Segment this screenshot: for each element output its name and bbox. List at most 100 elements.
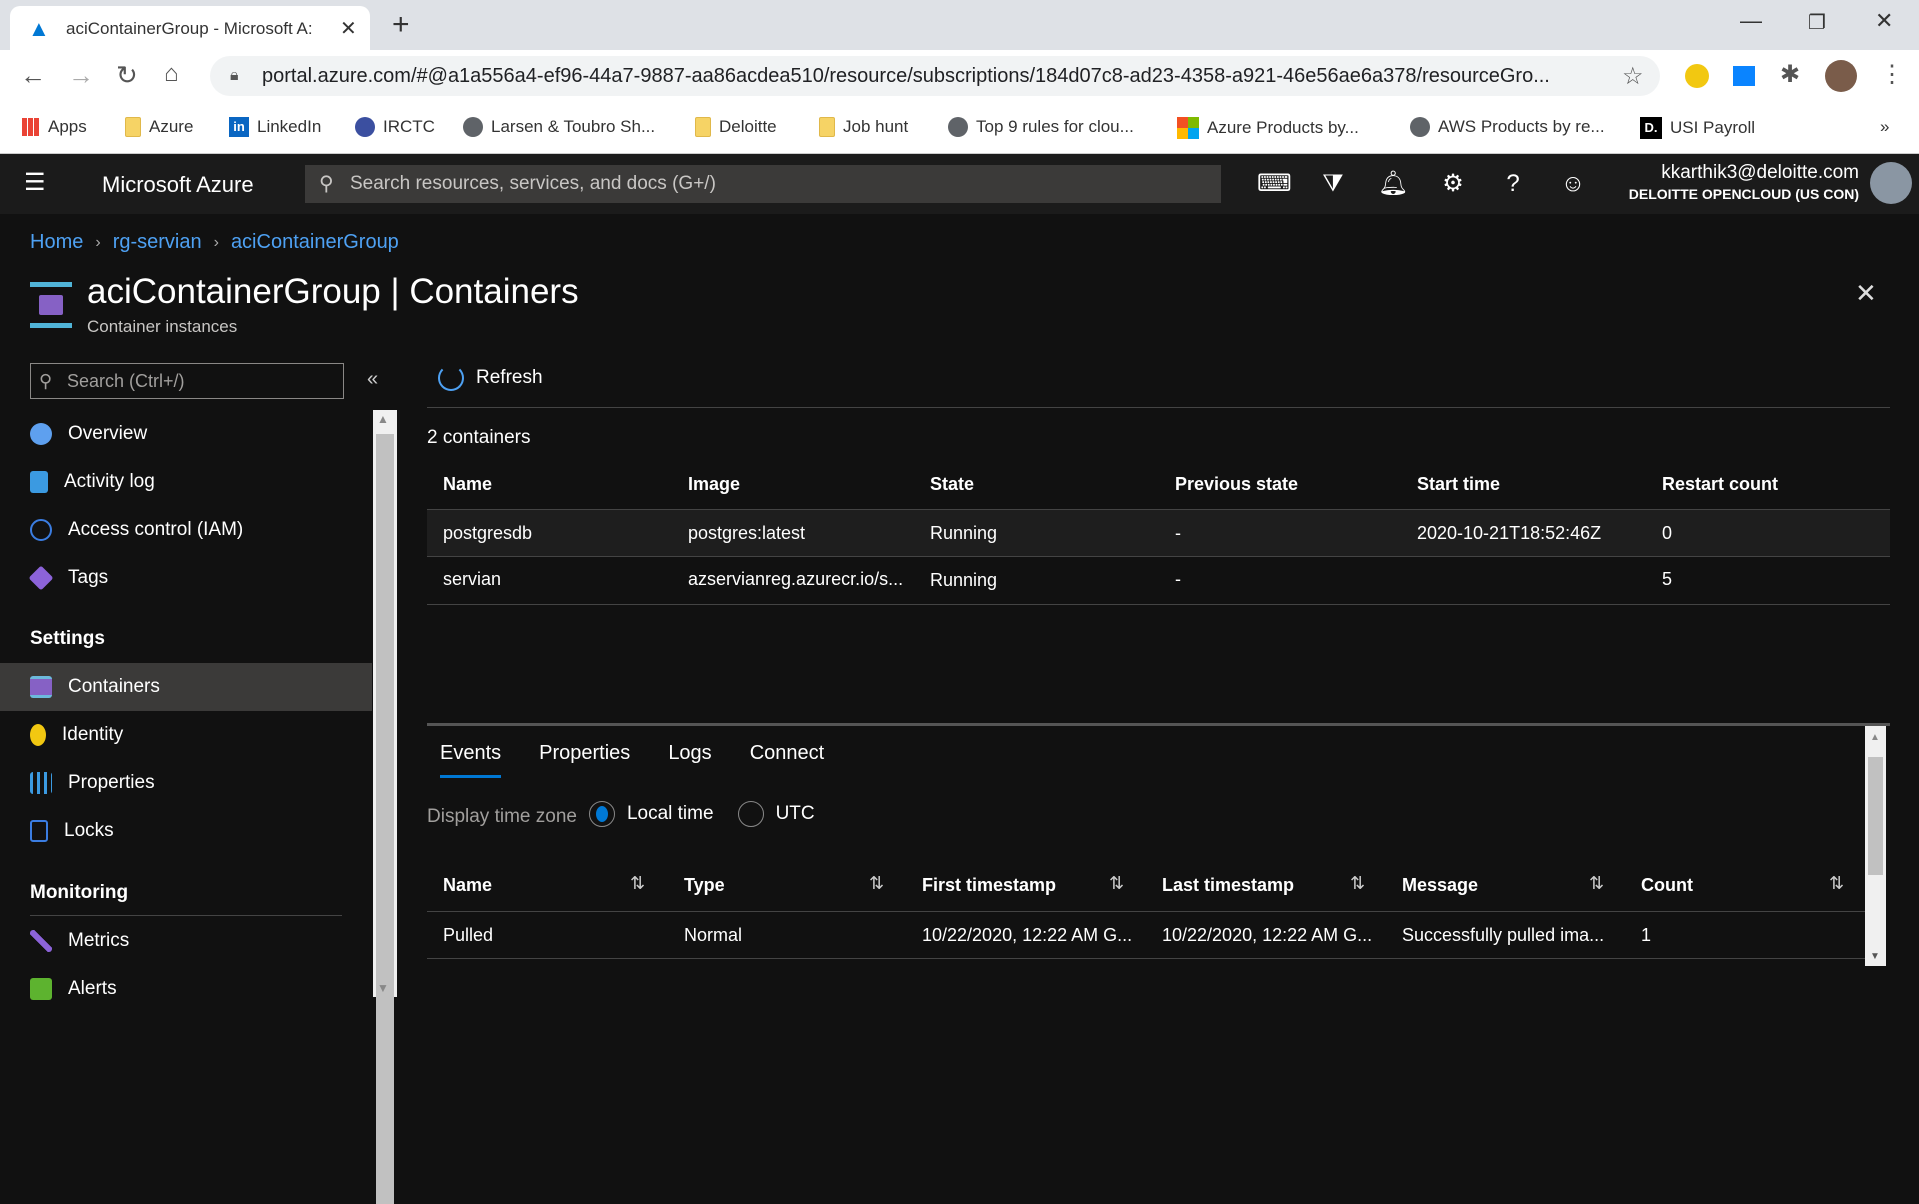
windows-extension-icon[interactable] <box>1733 66 1755 86</box>
refresh-button[interactable]: Refresh <box>438 365 543 391</box>
pane-splitter[interactable] <box>427 723 1890 726</box>
home-icon[interactable]: ⌂ <box>164 60 179 88</box>
bookmarks-more[interactable]: » <box>1880 117 1889 137</box>
column-header-name[interactable]: Name <box>443 875 492 896</box>
table-row[interactable]: Pulled Normal 10/22/2020, 12:22 AM G... … <box>427 911 1865 959</box>
radio-local-time[interactable] <box>588 801 615 827</box>
puzzle-icon[interactable]: ✱ <box>1780 60 1800 89</box>
tab-connect[interactable]: Connect <box>750 742 825 778</box>
bookmark-irctc[interactable]: IRCTC <box>355 117 435 137</box>
bookmark-apps[interactable]: Apps <box>22 117 87 137</box>
sort-icon[interactable]: ⇅ <box>869 873 884 894</box>
cell-restart-count: 0 <box>1662 523 1673 543</box>
cloud-shell-icon[interactable]: ⌨ <box>1257 168 1292 200</box>
sidebar-scrollbar[interactable]: ▲ ▼ <box>373 410 397 1204</box>
bookmark-lt[interactable]: Larsen & Toubro Sh... <box>463 117 655 137</box>
user-email: kkarthik3@deloitte.com <box>1661 162 1859 183</box>
bookmark-label: Larsen & Toubro Sh... <box>491 117 656 136</box>
column-header-first-timestamp[interactable]: First timestamp <box>922 875 1056 896</box>
bookmark-job-hunt[interactable]: Job hunt <box>819 117 908 137</box>
profile-avatar[interactable] <box>1825 60 1857 92</box>
column-header-image[interactable]: Image <box>688 474 740 495</box>
breadcrumb-resource-group[interactable]: rg-servian <box>113 231 202 254</box>
bookmark-aws[interactable]: AWS Products by re... <box>1410 117 1605 137</box>
directory-filter-icon[interactable]: ⧩ <box>1317 168 1349 200</box>
settings-gear-icon[interactable]: ⚙ <box>1437 168 1469 200</box>
sidebar-item-activity-log[interactable]: Activity log <box>0 458 372 506</box>
close-tab-icon[interactable]: ✕ <box>340 16 357 41</box>
column-header-previous-state[interactable]: Previous state <box>1175 474 1298 495</box>
page-title: aciContainerGroup | Containers <box>87 272 579 311</box>
column-header-name[interactable]: Name <box>443 474 492 495</box>
sidebar-item-properties[interactable]: Properties <box>0 759 372 807</box>
address-bar[interactable]: 🔒︎ portal.azure.com/#@a1a556a4-ef96-44a7… <box>210 56 1660 96</box>
menu-icon[interactable]: ⋮ <box>1880 60 1904 89</box>
sidebar-item-tags[interactable]: Tags <box>0 554 372 602</box>
user-avatar[interactable] <box>1870 162 1912 204</box>
help-icon[interactable]: ? <box>1497 168 1529 200</box>
globe-icon <box>463 117 483 137</box>
sidebar-item-overview[interactable]: Overview <box>0 410 372 458</box>
radio-label-local-time[interactable]: Local time <box>627 803 714 825</box>
close-window-icon[interactable]: ✕ <box>1875 8 1893 34</box>
close-blade-icon[interactable]: ✕ <box>1855 278 1877 309</box>
account-menu[interactable]: kkarthik3@deloitte.com DELOITTE OPENCLOU… <box>1629 162 1859 202</box>
feedback-smiley-icon[interactable]: ☺ <box>1557 168 1589 200</box>
bookmark-usi-payroll[interactable]: D. USI Payroll <box>1640 117 1755 139</box>
bookmark-star-icon[interactable]: ☆ <box>1622 62 1644 91</box>
brand-title[interactable]: Microsoft Azure <box>102 172 254 198</box>
tab-properties[interactable]: Properties <box>539 742 630 778</box>
global-search-input[interactable]: ⚲ Search resources, services, and docs (… <box>305 165 1221 203</box>
bookmark-azure[interactable]: Azure <box>125 117 193 137</box>
search-icon: ⚲ <box>39 371 53 391</box>
forward-icon[interactable]: → <box>68 60 94 91</box>
extension-icon[interactable] <box>1685 64 1709 88</box>
minimize-icon[interactable]: — <box>1740 8 1762 34</box>
details-scrollbar[interactable]: ▲ ▼ <box>1865 726 1886 966</box>
bookmark-linkedin[interactable]: in LinkedIn <box>229 117 321 137</box>
browser-tab[interactable]: ▲ aciContainerGroup - Microsoft A: ✕ <box>10 6 370 50</box>
sidebar-item-metrics[interactable]: Metrics <box>0 917 372 965</box>
cell-message: Successfully pulled ima... <box>1402 925 1605 945</box>
breadcrumb-home[interactable]: Home <box>30 231 83 254</box>
radio-label-utc[interactable]: UTC <box>776 803 815 825</box>
sidebar-item-access-control[interactable]: Access control (IAM) <box>0 506 372 554</box>
column-header-start-time[interactable]: Start time <box>1417 474 1500 495</box>
bookmark-top9[interactable]: Top 9 rules for clou... <box>948 117 1134 137</box>
table-row[interactable]: servian azservianreg.azurecr.io/s... Run… <box>427 557 1890 605</box>
column-header-last-timestamp[interactable]: Last timestamp <box>1162 875 1294 896</box>
hamburger-menu-icon[interactable]: ☰ <box>24 168 46 197</box>
restore-icon[interactable]: ❐ <box>1808 10 1826 35</box>
sort-icon[interactable]: ⇅ <box>1109 873 1124 894</box>
table-row[interactable]: postgresdb postgres:latest Running - 202… <box>427 509 1890 557</box>
column-header-state[interactable]: State <box>930 474 974 495</box>
notifications-bell-icon[interactable]: 🔔︎ <box>1377 168 1409 200</box>
sidebar-section-settings: Settings <box>30 628 105 649</box>
radio-utc[interactable] <box>737 801 764 827</box>
tab-events[interactable]: Events <box>440 742 502 778</box>
bookmark-deloitte[interactable]: Deloitte <box>695 117 777 137</box>
reload-icon[interactable]: ↻ <box>116 60 138 91</box>
sidebar-search-input[interactable]: ⚲ Search (Ctrl+/) <box>30 363 344 399</box>
sort-icon[interactable]: ⇅ <box>1829 873 1844 894</box>
column-header-type[interactable]: Type <box>684 875 725 896</box>
lock-icon: 🔒︎ <box>230 67 239 84</box>
back-icon[interactable]: ← <box>20 60 46 91</box>
sort-icon[interactable]: ⇅ <box>1350 873 1365 894</box>
breadcrumb-container-group[interactable]: aciContainerGroup <box>231 231 399 254</box>
column-header-count[interactable]: Count <box>1641 875 1693 896</box>
sort-icon[interactable]: ⇅ <box>630 873 645 894</box>
sidebar-item-locks[interactable]: Locks <box>0 807 372 855</box>
sidebar-item-alerts[interactable]: Alerts <box>0 965 372 1013</box>
sidebar-item-containers[interactable]: Containers <box>0 663 372 711</box>
sidebar-section-monitoring: Monitoring <box>30 882 129 903</box>
page-subtitle: Container instances <box>87 317 238 336</box>
bookmark-azure-products[interactable]: Azure Products by... <box>1177 117 1359 139</box>
sort-icon[interactable]: ⇅ <box>1589 873 1604 894</box>
new-tab-button[interactable]: + <box>392 8 410 42</box>
collapse-sidebar-button[interactable]: « <box>367 368 378 391</box>
tab-logs[interactable]: Logs <box>668 742 711 778</box>
column-header-message[interactable]: Message <box>1402 875 1478 896</box>
sidebar-item-identity[interactable]: Identity <box>0 711 372 759</box>
column-header-restart-count[interactable]: Restart count <box>1662 474 1778 495</box>
